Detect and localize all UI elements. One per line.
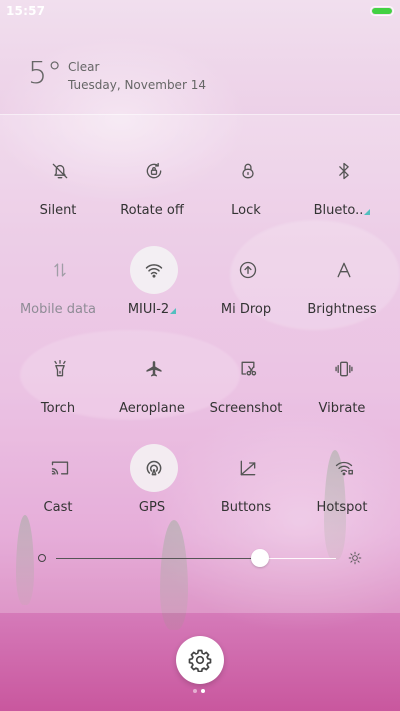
brightness-auto-icon	[320, 246, 368, 294]
battery-level	[372, 8, 392, 14]
battery-icon	[370, 6, 394, 16]
tile-label: Brightness	[307, 302, 377, 317]
tile-label: Lock	[231, 203, 261, 218]
tile-label: Mi Drop	[220, 302, 272, 317]
tile-brightness[interactable]: Brightness	[292, 238, 392, 336]
quick-settings-panel: Silent Rotate off Lock Blueto.. Mobile d…	[0, 114, 400, 613]
tile-label: Screenshot	[209, 401, 283, 416]
tile-rotate-off[interactable]: Rotate off	[102, 139, 202, 237]
date: Tuesday, November 14	[68, 78, 206, 92]
tile-label: Silent	[39, 203, 77, 218]
mi-drop-icon	[224, 246, 272, 294]
status-bar: 15:57	[0, 0, 400, 24]
mobile-data-icon	[36, 246, 84, 294]
rotate-lock-icon	[130, 147, 178, 195]
brightness-slider[interactable]	[38, 542, 362, 574]
screenshot-icon	[224, 345, 272, 393]
torch-icon	[36, 345, 84, 393]
gear-icon	[188, 649, 212, 672]
tile-label: MIUI-2	[102, 302, 202, 317]
lock-icon	[224, 147, 272, 195]
tile-label: Cast	[43, 500, 73, 515]
weather-condition: Clear	[68, 60, 100, 74]
tile-bluetooth[interactable]: Blueto..	[292, 139, 392, 237]
more-options-indicator	[364, 209, 371, 215]
tile-torch[interactable]: Torch	[8, 337, 108, 435]
tile-label: Hotspot	[316, 500, 368, 515]
settings-button[interactable]	[176, 636, 224, 684]
temperature: 5°	[28, 56, 63, 91]
tile-gps[interactable]: GPS	[102, 436, 202, 534]
slider-thumb[interactable]	[251, 549, 269, 567]
tile-mi-drop[interactable]: Mi Drop	[196, 238, 296, 336]
tile-cast[interactable]: Cast	[8, 436, 108, 534]
tile-label: GPS	[138, 500, 166, 515]
bell-off-icon	[36, 147, 84, 195]
tile-lock[interactable]: Lock	[196, 139, 296, 237]
tile-screenshot[interactable]: Screenshot	[196, 337, 296, 435]
tile-silent[interactable]: Silent	[8, 139, 108, 237]
page-dot	[193, 689, 197, 693]
cast-icon	[36, 444, 84, 492]
bluetooth-icon	[320, 147, 368, 195]
gps-icon	[130, 444, 178, 492]
tile-label: Torch	[40, 401, 76, 416]
status-time: 15:57	[6, 4, 46, 18]
tile-label: Mobile data	[19, 302, 97, 317]
slider-fill	[56, 558, 260, 559]
vibrate-icon	[320, 345, 368, 393]
brightness-low-icon	[38, 554, 46, 562]
page-indicator	[193, 689, 207, 693]
aeroplane-icon	[130, 345, 178, 393]
tile-label: Buttons	[220, 500, 272, 515]
hotspot-icon	[320, 444, 368, 492]
tile-buttons[interactable]: Buttons	[196, 436, 296, 534]
tile-mobile-data[interactable]: Mobile data	[8, 238, 108, 336]
tile-label: Blueto..	[292, 203, 392, 218]
more-options-indicator	[170, 308, 177, 314]
wifi-icon	[130, 246, 178, 294]
weather-widget[interactable]: 5° Clear Tuesday, November 14	[24, 56, 384, 102]
buttons-icon	[224, 444, 272, 492]
tile-wifi[interactable]: MIUI-2	[102, 238, 202, 336]
tile-label: Vibrate	[318, 401, 366, 416]
slider-track[interactable]	[56, 558, 336, 559]
page-dot	[201, 689, 205, 693]
tile-vibrate[interactable]: Vibrate	[292, 337, 392, 435]
tile-hotspot[interactable]: Hotspot	[292, 436, 392, 534]
tile-label: Rotate off	[120, 203, 184, 218]
brightness-high-icon	[348, 551, 362, 565]
tile-aeroplane[interactable]: Aeroplane	[102, 337, 202, 435]
tile-label: Aeroplane	[119, 401, 185, 416]
